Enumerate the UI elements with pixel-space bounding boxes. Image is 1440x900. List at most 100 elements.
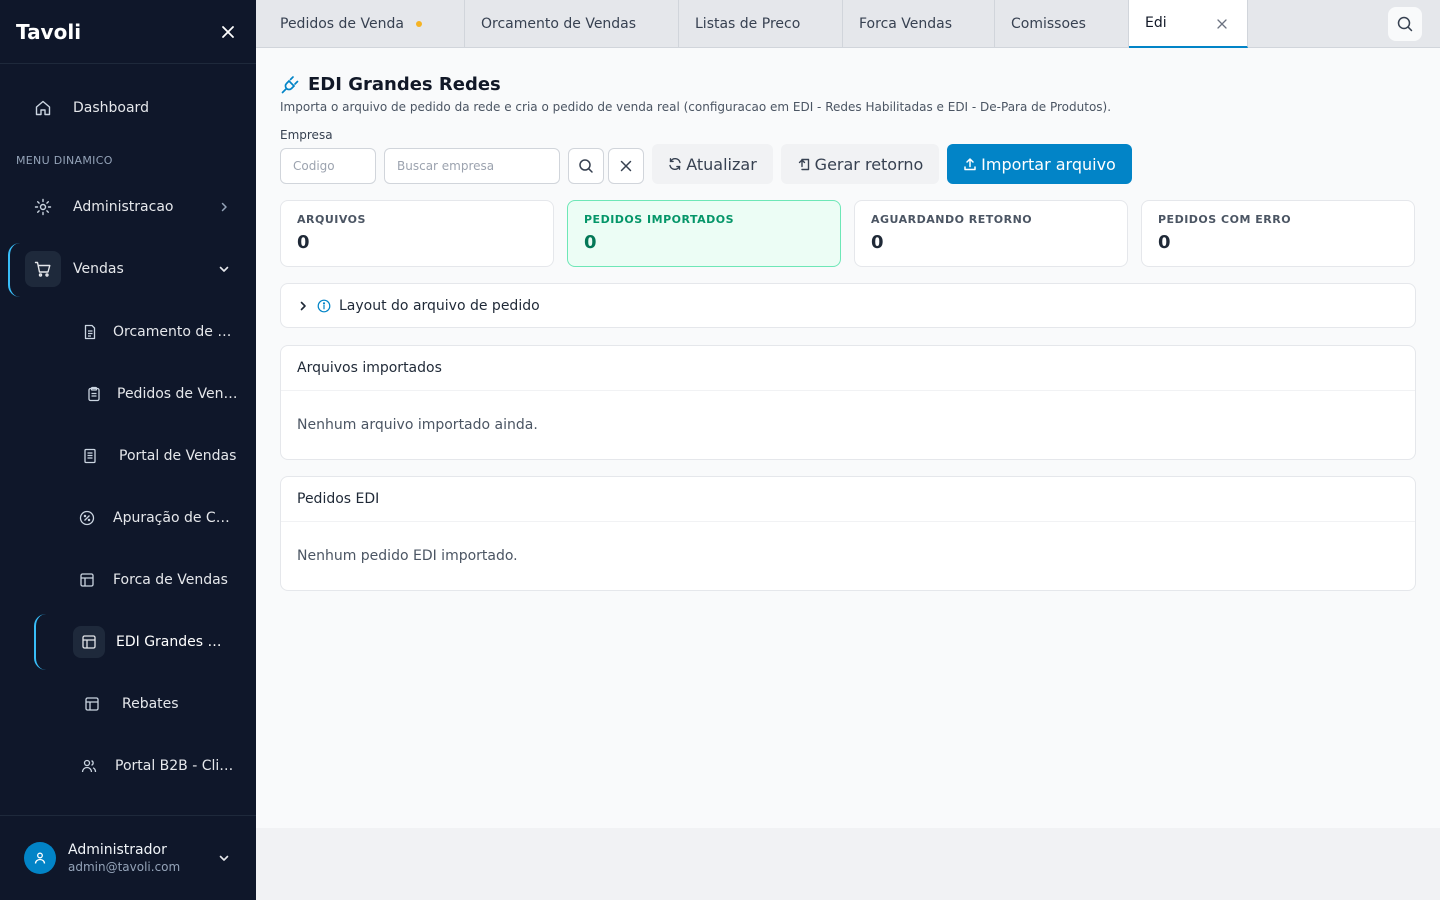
tab-listas-de-preco[interactable]: Listas de Preco bbox=[679, 0, 843, 48]
layout-icon bbox=[76, 688, 108, 720]
sidebar-item-label: EDI Grandes Redes bbox=[116, 634, 224, 650]
sidebar-item-label: Apuração de Comissões bbox=[113, 510, 235, 526]
stat-value: 0 bbox=[1158, 232, 1171, 253]
user-name: Administrador bbox=[68, 842, 167, 858]
stat-value: 0 bbox=[871, 232, 884, 253]
accordion-label: Layout do arquivo de pedido bbox=[339, 297, 540, 314]
sidebar-item-dashboard[interactable]: Dashboard bbox=[0, 84, 256, 132]
sidebar-item-pedidos[interactable]: Pedidos de Venda bbox=[78, 370, 248, 418]
atualizar-button[interactable]: Atualizar bbox=[652, 144, 773, 184]
gerar-retorno-label: Gerar retorno bbox=[814, 154, 924, 174]
document-icon bbox=[74, 316, 106, 348]
layout-accordion-toggle[interactable]: Layout do arquivo de pedido bbox=[280, 283, 1416, 328]
sidebar-item-orcamento[interactable]: Orcamento de Vendas bbox=[74, 308, 244, 356]
stat-value: 0 bbox=[584, 232, 597, 253]
tab-bar: Pedidos de Venda Orcamento de Vendas Lis… bbox=[256, 0, 1440, 48]
stat-label: ARQUIVOS bbox=[297, 213, 366, 226]
close-sidebar-button[interactable] bbox=[216, 20, 240, 44]
sidebar-item-label: Administracao bbox=[73, 199, 174, 215]
arquivos-importados-card: Arquivos importados Nenhum arquivo impor… bbox=[280, 345, 1416, 460]
stat-label: PEDIDOS IMPORTADOS bbox=[584, 213, 735, 226]
tab-orcamento-de-vendas[interactable]: Orcamento de Vendas bbox=[465, 0, 679, 48]
tab-label: Listas de Preco bbox=[695, 16, 801, 32]
stat-pedidos-importados: PEDIDOS IMPORTADOS 0 bbox=[567, 200, 841, 267]
sidebar-item-portal-b2b[interactable]: Portal B2B - Clientes bbox=[73, 742, 243, 790]
stat-arquivos: ARQUIVOS 0 bbox=[280, 200, 554, 267]
sidebar-item-edi-grandes-redes[interactable]: EDI Grandes Redes bbox=[73, 618, 243, 666]
sidebar-item-label: Portal B2B - Clientes bbox=[115, 758, 237, 774]
refresh-icon bbox=[669, 157, 681, 171]
importar-arquivo-button[interactable]: Importar arquivo bbox=[947, 144, 1132, 184]
stat-value: 0 bbox=[297, 232, 310, 253]
user-profile: Administrador admin@tavoli.com bbox=[0, 815, 256, 900]
user-icon bbox=[34, 852, 46, 864]
chevron-down-icon bbox=[219, 855, 229, 861]
plug-icon bbox=[281, 75, 299, 93]
search-icon bbox=[579, 159, 593, 173]
empty-state: Nenhum pedido EDI importado. bbox=[297, 548, 518, 564]
user-menu-toggle[interactable] bbox=[216, 850, 232, 866]
receipt-icon bbox=[74, 440, 106, 472]
card-title: Arquivos importados bbox=[281, 346, 1415, 391]
main-content: EDI Grandes Redes Importa o arquivo de p… bbox=[256, 48, 1440, 828]
tab-label: Comissoes bbox=[1011, 16, 1086, 32]
sidebar: Tavoli Dashboard MENU DINAMICO Administr… bbox=[0, 0, 256, 900]
tab-comissoes[interactable]: Comissoes bbox=[995, 0, 1129, 48]
sidebar-item-rebates[interactable]: Rebates bbox=[76, 680, 246, 728]
clipboard-icon bbox=[78, 378, 110, 410]
sidebar-section-label: MENU DINAMICO bbox=[16, 154, 113, 167]
global-search-button[interactable] bbox=[1388, 7, 1422, 41]
tab-label: Pedidos de Venda bbox=[280, 16, 404, 32]
gerar-retorno-button[interactable]: Gerar retorno bbox=[781, 144, 939, 184]
search-empresa-button[interactable] bbox=[568, 148, 604, 184]
chevron-right-icon bbox=[216, 199, 232, 215]
users-icon bbox=[73, 750, 105, 782]
info-icon bbox=[317, 299, 331, 312]
clear-empresa-button[interactable] bbox=[608, 148, 644, 184]
sidebar-item-label: Orcamento de Vendas bbox=[113, 324, 235, 340]
importar-arquivo-label: Importar arquivo bbox=[981, 154, 1116, 174]
tab-label: Orcamento de Vendas bbox=[481, 16, 637, 32]
tab-edi[interactable]: Edi bbox=[1129, 0, 1248, 48]
home-icon bbox=[25, 90, 61, 126]
sidebar-item-label: Dashboard bbox=[73, 100, 149, 116]
stat-aguardando-retorno: AGUARDANDO RETORNO 0 bbox=[854, 200, 1128, 267]
chevron-down-icon bbox=[216, 261, 232, 277]
sidebar-item-label: Vendas bbox=[73, 261, 124, 277]
gear-icon bbox=[25, 189, 61, 225]
layout-icon bbox=[73, 626, 105, 658]
unsaved-indicator bbox=[415, 21, 422, 27]
sidebar-item-forca-vendas[interactable]: Forca de Vendas bbox=[71, 556, 241, 604]
page-header: EDI Grandes Redes bbox=[280, 74, 501, 95]
sidebar-item-vendas[interactable]: Vendas bbox=[0, 245, 256, 293]
return-icon bbox=[798, 158, 809, 171]
sidebar-item-label: Pedidos de Venda bbox=[117, 386, 239, 402]
sidebar-item-label: Forca de Vendas bbox=[113, 572, 228, 588]
tab-forca-vendas[interactable]: Forca Vendas bbox=[843, 0, 995, 48]
tab-pedidos-de-venda[interactable]: Pedidos de Venda bbox=[264, 0, 465, 48]
brand-logo: Tavoli bbox=[16, 19, 82, 44]
tab-label: Forca Vendas bbox=[859, 16, 953, 32]
user-email: admin@tavoli.com bbox=[68, 860, 181, 874]
chevron-right-icon bbox=[300, 301, 306, 310]
layout-icon bbox=[71, 564, 103, 596]
close-tab-button[interactable] bbox=[1215, 17, 1229, 31]
empresa-search-input[interactable] bbox=[384, 148, 560, 184]
sidebar-item-apuracao[interactable]: Apuração de Comissões bbox=[71, 494, 241, 542]
pedidos-edi-card: Pedidos EDI Nenhum pedido EDI importado. bbox=[280, 476, 1416, 591]
percent-icon bbox=[71, 502, 103, 534]
search-icon bbox=[1397, 16, 1413, 32]
active-indicator bbox=[34, 614, 48, 670]
close-icon bbox=[222, 25, 234, 38]
empty-state: Nenhum arquivo importado ainda. bbox=[297, 417, 538, 433]
stat-label: AGUARDANDO RETORNO bbox=[871, 213, 1033, 226]
empresa-label: Empresa bbox=[280, 128, 333, 142]
stat-pedidos-com-erro: PEDIDOS COM ERRO 0 bbox=[1141, 200, 1415, 267]
sidebar-item-label: Rebates bbox=[122, 696, 179, 712]
avatar bbox=[24, 842, 56, 874]
sidebar-item-portal-vendas[interactable]: Portal de Vendas bbox=[74, 432, 244, 480]
close-icon bbox=[620, 160, 632, 172]
sidebar-item-administracao[interactable]: Administracao bbox=[0, 183, 256, 231]
sidebar-header: Tavoli bbox=[0, 0, 256, 64]
empresa-codigo-input[interactable] bbox=[280, 148, 376, 184]
